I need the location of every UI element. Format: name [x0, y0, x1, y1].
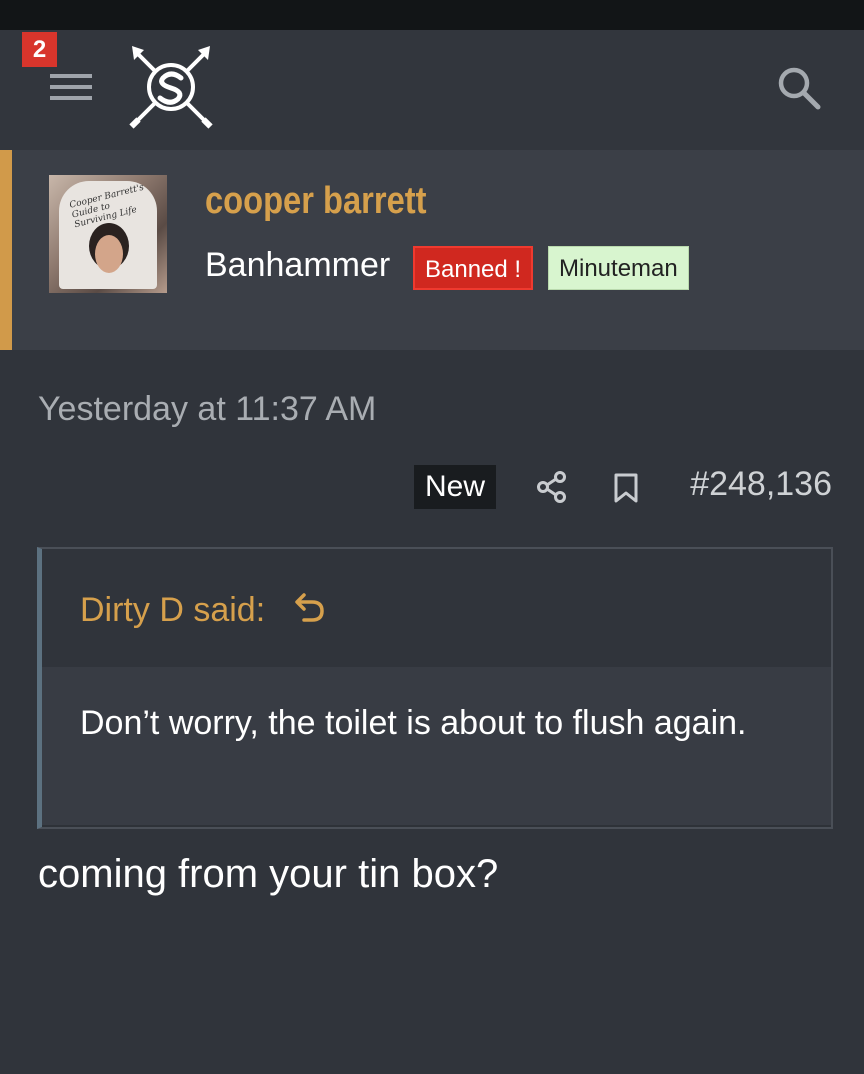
quote-author-link[interactable]: Dirty D said:	[80, 591, 265, 630]
new-post-tag: New	[414, 465, 497, 509]
user-title: Banhammer	[205, 246, 391, 284]
quote-header: Dirty D said:	[42, 549, 831, 667]
site-logo[interactable]	[128, 44, 214, 130]
quote-body: Don’t worry, the toilet is about to flus…	[42, 667, 831, 825]
quote-block: Dirty D said: Don’t worry, the toilet is…	[37, 547, 833, 829]
profile-accent-bar	[0, 150, 12, 350]
user-profile-card: Cooper Barrett's Guide to Surviving Life…	[0, 150, 864, 350]
hamburger-menu-icon[interactable]	[50, 74, 94, 106]
status-bar	[0, 0, 864, 30]
username-link[interactable]: cooper barrett	[205, 180, 427, 223]
post-timestamp[interactable]: Yesterday at 11:37 AM	[38, 390, 376, 429]
post-body-text: coming from your tin box?	[38, 852, 499, 896]
banned-badge: Banned !	[413, 246, 534, 290]
bookmark-icon[interactable]	[612, 472, 640, 504]
search-icon[interactable]	[773, 62, 825, 114]
minuteman-badge: Minuteman	[548, 246, 689, 290]
post-number-link[interactable]: #248,136	[690, 465, 832, 504]
share-icon[interactable]	[536, 470, 568, 504]
site-header: 2	[0, 30, 864, 150]
avatar[interactable]: Cooper Barrett's Guide to Surviving Life	[49, 175, 167, 293]
quote-text: Don’t worry, the toilet is about to flus…	[80, 704, 747, 742]
jump-to-quote-icon[interactable]	[292, 591, 328, 625]
notification-badge[interactable]: 2	[22, 32, 57, 67]
